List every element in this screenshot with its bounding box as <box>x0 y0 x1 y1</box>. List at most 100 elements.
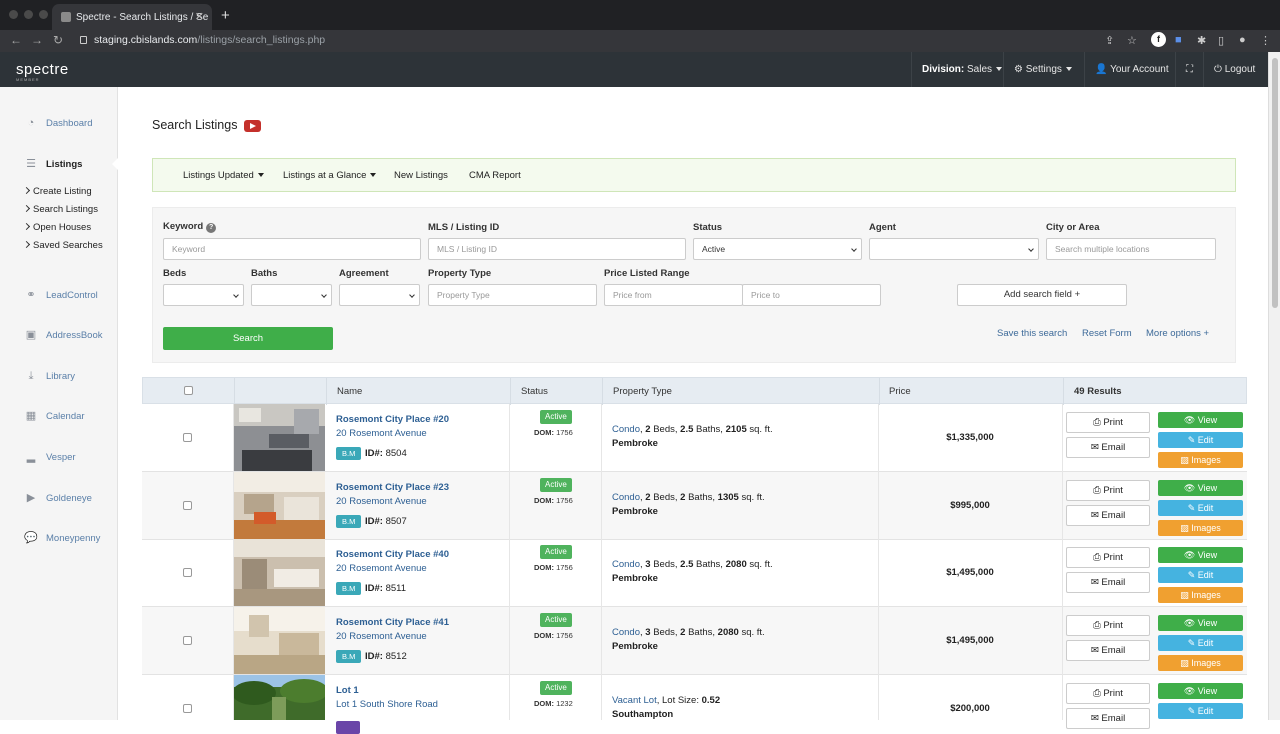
extension-profile-icon[interactable]: f <box>1151 32 1166 47</box>
listing-photo[interactable] <box>234 675 325 720</box>
listing-name-link[interactable]: Rosemont City Place #23 <box>336 482 449 493</box>
sidebar-item-calendar[interactable]: ▦ Calendar <box>24 410 85 422</box>
print-button[interactable]: ⎙ Print <box>1066 412 1150 433</box>
view-button[interactable]: 👁 View <box>1158 412 1243 428</box>
reset-form-link[interactable]: Reset Form <box>1082 328 1132 339</box>
tab-close-icon[interactable]: ✕ <box>195 10 204 23</box>
sidebar-item-library[interactable]: ⤓ Library <box>24 370 75 382</box>
browser-tab[interactable]: Spectre - Search Listings / Se ✕ <box>52 4 212 30</box>
keyword-input[interactable]: Keyword <box>163 238 421 260</box>
your-account-link[interactable]: 👤 Your Account <box>1084 52 1179 87</box>
agreement-select[interactable] <box>339 284 420 306</box>
header-property-type[interactable]: Property Type <box>613 386 672 397</box>
header-name[interactable]: Name <box>337 386 362 397</box>
menu-dots-icon[interactable]: ⋮ <box>1260 34 1271 47</box>
subnav-cma-report[interactable]: CMA Report <box>469 170 521 181</box>
email-button[interactable]: ✉ Email <box>1066 640 1150 661</box>
property-type-input[interactable]: Property Type <box>428 284 597 306</box>
row-checkbox[interactable] <box>183 636 192 645</box>
window-close-dot[interactable] <box>9 10 18 19</box>
view-button[interactable]: 👁 View <box>1158 615 1243 631</box>
subnav-new-listings[interactable]: New Listings <box>394 170 448 181</box>
settings-dropdown[interactable]: ⚙ Settings <box>1003 52 1082 87</box>
edit-button[interactable]: ✎ Edit <box>1158 635 1243 651</box>
listing-address-link[interactable]: Lot 1 South Shore Road <box>336 699 438 710</box>
images-button[interactable]: ▨ Images <box>1158 520 1243 536</box>
view-button[interactable]: 👁 View <box>1158 683 1243 699</box>
print-button[interactable]: ⎙ Print <box>1066 480 1150 501</box>
extension-icon[interactable]: ■ <box>1175 34 1182 46</box>
listing-address-link[interactable]: 20 Rosemont Avenue <box>336 563 427 574</box>
youtube-help-icon[interactable] <box>244 120 261 132</box>
sidebar-item-addressbook[interactable]: ▣ AddressBook <box>24 329 103 341</box>
subnav-listings-at-a-glance[interactable]: Listings at a Glance <box>283 170 377 181</box>
listing-photo[interactable] <box>234 404 325 471</box>
listing-address-link[interactable]: 20 Rosemont Avenue <box>336 428 427 439</box>
select-all-checkbox[interactable] <box>184 386 193 395</box>
puzzle-icon[interactable]: ✱ <box>1197 34 1206 47</box>
sidebar-sub-search-listings[interactable]: Search Listings <box>22 204 98 215</box>
images-button[interactable]: ▨ Images <box>1158 655 1243 671</box>
listing-name-link[interactable]: Lot 1 <box>336 685 359 696</box>
add-search-field-button[interactable]: Add search field + <box>957 284 1127 306</box>
header-price[interactable]: Price <box>889 386 911 397</box>
print-button[interactable]: ⎙ Print <box>1066 547 1150 568</box>
edit-button[interactable]: ✎ Edit <box>1158 500 1243 516</box>
forward-icon[interactable]: → <box>31 33 43 47</box>
reload-icon[interactable]: ↻ <box>53 33 63 47</box>
sidebar-item-moneypenny[interactable]: 💬 Moneypenny <box>24 532 100 544</box>
print-button[interactable]: ⎙ Print <box>1066 683 1150 704</box>
account-icon[interactable]: ● <box>1239 34 1246 46</box>
listing-address-link[interactable]: 20 Rosemont Avenue <box>336 631 427 642</box>
subnav-listings-updated[interactable]: Listings Updated <box>183 170 264 181</box>
beds-select[interactable] <box>163 284 244 306</box>
division-dropdown[interactable]: Division: Sales <box>911 52 1012 87</box>
sidebar-item-leadcontrol[interactable]: ⚭ LeadControl <box>24 289 97 301</box>
view-button[interactable]: 👁 View <box>1158 480 1243 496</box>
images-button[interactable]: ▨ Images <box>1158 452 1243 468</box>
fullscreen-button[interactable]: ⛶ <box>1175 52 1203 87</box>
row-checkbox[interactable] <box>183 501 192 510</box>
sidebar-item-goldeneye[interactable]: ▶ Goldeneye <box>24 492 92 504</box>
edit-button[interactable]: ✎ Edit <box>1158 703 1243 719</box>
city-input[interactable]: Search multiple locations <box>1046 238 1216 260</box>
row-checkbox[interactable] <box>183 568 192 577</box>
sidebar-item-vesper[interactable]: ▂ Vesper <box>24 451 76 463</box>
row-checkbox[interactable] <box>183 433 192 442</box>
listing-name-link[interactable]: Rosemont City Place #41 <box>336 617 449 628</box>
status-select[interactable]: Active <box>693 238 862 260</box>
url-field[interactable]: staging.cbislands.com/listings/search_li… <box>94 34 325 46</box>
bookmark-star-icon[interactable]: ☆ <box>1127 34 1137 47</box>
help-icon[interactable]: ? <box>206 223 217 233</box>
email-button[interactable]: ✉ Email <box>1066 437 1150 458</box>
listing-name-link[interactable]: Rosemont City Place #40 <box>336 549 449 560</box>
row-checkbox[interactable] <box>183 704 192 713</box>
agent-select[interactable] <box>869 238 1039 260</box>
sidebar-sub-saved-searches[interactable]: Saved Searches <box>22 240 103 251</box>
new-tab-icon[interactable]: + <box>221 7 230 24</box>
listing-photo[interactable] <box>234 472 325 539</box>
window-zoom-dot[interactable] <box>39 10 48 19</box>
page-scrollbar[interactable] <box>1268 52 1280 720</box>
window-minimize-dot[interactable] <box>24 10 33 19</box>
email-button[interactable]: ✉ Email <box>1066 505 1150 526</box>
email-button[interactable]: ✉ Email <box>1066 708 1150 729</box>
print-button[interactable]: ⎙ Print <box>1066 615 1150 636</box>
share-icon[interactable]: ⇪ <box>1105 34 1114 47</box>
logout-link[interactable]: ⏻ Logout <box>1203 52 1265 87</box>
spectre-logo[interactable]: spectre MEMBER <box>16 61 69 82</box>
edit-button[interactable]: ✎ Edit <box>1158 567 1243 583</box>
scrollbar-thumb[interactable] <box>1272 58 1278 308</box>
price-from-input[interactable]: Price from <box>604 284 743 306</box>
listing-address-link[interactable]: 20 Rosemont Avenue <box>336 496 427 507</box>
more-options-link[interactable]: More options + <box>1146 328 1209 339</box>
listing-photo[interactable] <box>234 607 325 674</box>
header-status[interactable]: Status <box>521 386 548 397</box>
images-button[interactable]: ▨ Images <box>1158 587 1243 603</box>
sidebar-sub-open-houses[interactable]: Open Houses <box>22 222 91 233</box>
edit-button[interactable]: ✎ Edit <box>1158 432 1243 448</box>
sidepanel-icon[interactable]: ▯ <box>1218 34 1224 47</box>
back-icon[interactable]: ← <box>10 33 22 47</box>
sidebar-item-dashboard[interactable]: ◔ Dashboard <box>24 117 93 129</box>
mls-input[interactable]: MLS / Listing ID <box>428 238 686 260</box>
